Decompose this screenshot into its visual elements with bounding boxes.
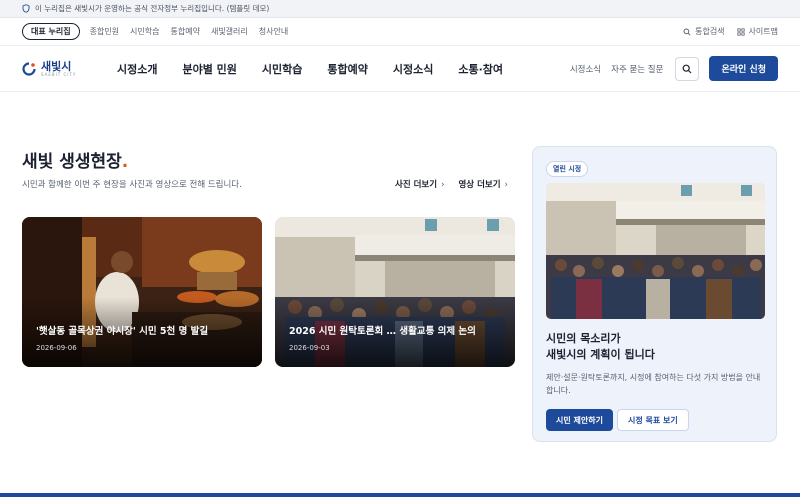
city-goals-button[interactable]: 시정 목표 보기 <box>617 409 689 431</box>
logo-name: 새빛시 <box>41 59 72 73</box>
card-date: 2026-09-06 <box>36 344 77 352</box>
util-link-gallery[interactable]: 새빛갤러리 <box>211 26 248 37</box>
search-button[interactable] <box>675 56 700 81</box>
nav-right: 시정소식 자주 묻는 질문 온라인 신청 <box>570 56 778 81</box>
panel-image <box>546 183 765 319</box>
panel-title: 시민의 목소리가 새빛시의 계획이 됩니다 <box>546 331 766 363</box>
logo-subtitle: SAEBIT CITY <box>41 71 77 77</box>
main-content: 새빛 생생현장. 시민과 함께한 이번 주 현장을 사진과 영상으로 전해 드립… <box>0 92 800 497</box>
town-hall-photo <box>546 183 765 319</box>
more-photos-label: 사진 더보기 <box>395 180 438 190</box>
more-videos-label: 영상 더보기 <box>458 180 501 190</box>
utility-right: 통합검색 사이트맵 <box>683 26 778 37</box>
search-icon <box>683 64 692 73</box>
more-links: 사진 더보기 › 영상 더보기 › <box>395 178 508 190</box>
nav-menu: 시정소개 분야별 민원 시민학습 통합예약 시정소식 소통·참여 <box>117 61 528 77</box>
news-card[interactable]: 2026 시민 원탁토론회 … 생활교통 의제 논의 2026-09-03 <box>275 217 515 367</box>
section-description: 시민과 함께한 이번 주 현장을 사진과 영상으로 전해 드립니다. <box>22 180 242 190</box>
search-icon <box>683 27 691 36</box>
panel-title-line2: 새빛시의 계획이 됩니다 <box>546 348 655 361</box>
nav-item-reservation[interactable]: 통합예약 <box>327 61 367 77</box>
integrated-search-link[interactable]: 통합검색 <box>683 26 725 37</box>
integrated-search-label: 통합검색 <box>695 27 725 36</box>
site-logo[interactable]: 새빛시 SAEBIT CITY <box>22 61 117 77</box>
gov-banner-text: 이 누리집은 새빛시가 운영하는 공식 전자정부 누리집입니다. (템플릿 데모… <box>35 4 270 13</box>
utility-bar: 대표 누리집 종합민원 시민학습 통합예약 새빛갤러리 청사안내 통합검색 사이… <box>0 18 800 46</box>
panel-title-line1: 시민의 목소리가 <box>546 332 621 345</box>
panel-description: 제안·설문·원탁토론까지, 시정에 참여하는 다섯 가지 방법을 안내합니다. <box>546 373 761 395</box>
nav-item-participation[interactable]: 소통·참여 <box>458 61 503 77</box>
sitemap-label: 사이트맵 <box>748 27 778 36</box>
section-title: 새빛 생생현장. <box>22 147 128 172</box>
card-date: 2026-09-03 <box>289 344 330 352</box>
nav-item-civil[interactable]: 분야별 민원 <box>182 61 236 77</box>
sitemap-link[interactable]: 사이트맵 <box>736 26 778 37</box>
citizen-proposal-button[interactable]: 시민 제안하기 <box>546 409 613 431</box>
chevron-right-icon: › <box>504 180 508 190</box>
section-title-text: 새빛 생생현장 <box>22 152 122 172</box>
utility-links: 종합민원 시민학습 통합예약 새빛갤러리 청사안내 <box>90 26 289 37</box>
util-link-civil[interactable]: 종합민원 <box>90 26 119 37</box>
online-apply-button[interactable]: 온라인 신청 <box>709 56 778 81</box>
open-government-panel: 열린 시정 시민의 목소리가 새빛시의 계획이 됩니다 제안·설문·원탁토론까지… <box>532 146 777 442</box>
card-caption: 2026 시민 원탁토론회 … 생활교통 의제 논의 <box>289 326 476 337</box>
util-link-learning[interactable]: 시민학습 <box>130 26 159 37</box>
util-link-cityhall[interactable]: 청사안내 <box>259 26 288 37</box>
section-title-dot: . <box>121 152 129 172</box>
gov-banner: 이 누리집은 새빛시가 운영하는 공식 전자정부 누리집입니다. (템플릿 데모… <box>0 0 800 18</box>
util-link-reservation[interactable]: 통합예약 <box>171 26 200 37</box>
rep-site-button[interactable]: 대표 누리집 <box>22 23 80 40</box>
grid-icon <box>736 27 745 36</box>
main-nav: 새빛시 SAEBIT CITY 시정소개 분야별 민원 시민학습 통합예약 시정… <box>0 46 800 92</box>
more-photos-link[interactable]: 사진 더보기 › <box>395 178 444 190</box>
footer-strip <box>0 493 800 497</box>
nav-item-about[interactable]: 시정소개 <box>117 61 157 77</box>
nav-item-news[interactable]: 시정소식 <box>393 61 433 77</box>
news-link[interactable]: 시정소식 <box>570 63 601 75</box>
panel-badge: 열린 시정 <box>546 161 589 177</box>
news-card[interactable]: '햇살동 골목상권 야시장' 시민 5천 명 발길 2026-09-06 <box>22 217 262 367</box>
shield-icon <box>22 4 30 13</box>
faq-link[interactable]: 자주 묻는 질문 <box>611 63 663 75</box>
chevron-right-icon: › <box>441 180 445 190</box>
more-videos-link[interactable]: 영상 더보기 › <box>458 178 507 190</box>
logo-mark-icon <box>22 61 36 76</box>
nav-item-learning[interactable]: 시민학습 <box>262 61 302 77</box>
card-caption: '햇살동 골목상권 야시장' 시민 5천 명 발길 <box>36 326 209 337</box>
